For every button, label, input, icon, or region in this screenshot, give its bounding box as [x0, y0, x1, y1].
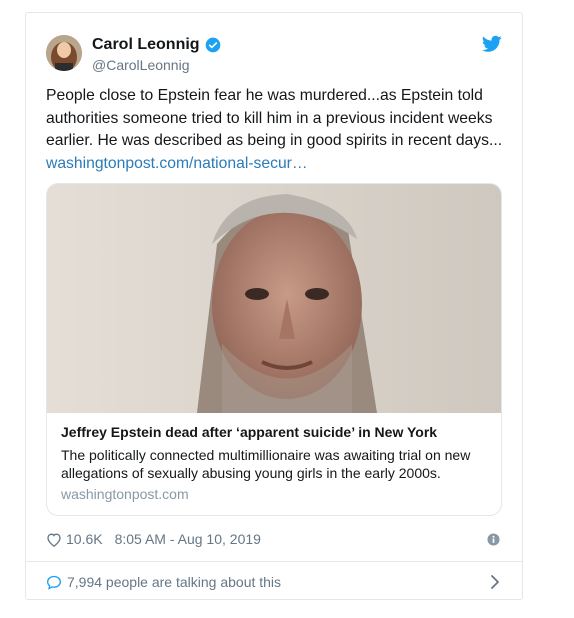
avatar-image: [46, 35, 82, 71]
comment-icon: [46, 575, 62, 590]
info-icon[interactable]: [487, 533, 500, 546]
card-domain: washingtonpost.com: [61, 486, 189, 502]
chevron-right-icon[interactable]: [490, 575, 500, 589]
card-title[interactable]: Jeffrey Epstein dead after ‘apparent sui…: [61, 424, 437, 440]
link-preview-card[interactable]: Jeffrey Epstein dead after ‘apparent sui…: [46, 183, 502, 516]
verified-badge-icon: [205, 37, 220, 53]
author-name[interactable]: Carol Leonnig: [92, 36, 221, 54]
tweet-text: People close to Epstein fear he was murd…: [46, 85, 508, 175]
card-description: The politically connected multimillionai…: [61, 447, 471, 481]
author-handle[interactable]: @CarolLeonnig: [92, 57, 190, 73]
author-name-text[interactable]: Carol Leonnig: [92, 36, 200, 54]
tweet-timestamp[interactable]: 8:05 AM - Aug 10, 2019: [115, 531, 261, 547]
card-photo: [47, 184, 501, 413]
tweet-card[interactable]: Carol Leonnig @CarolLeonnig People close…: [25, 12, 523, 600]
tweet-link[interactable]: washingtonpost.com/national-secur…: [46, 155, 308, 172]
conversation-link[interactable]: 7,994 people are talking about this: [46, 572, 504, 592]
heart-icon[interactable]: [46, 532, 62, 547]
avatar[interactable]: [46, 35, 82, 71]
tweet-meta: 10.6K 8:05 AM - Aug 10, 2019: [46, 531, 261, 547]
conversation-text[interactable]: 7,994 people are talking about this: [67, 574, 281, 590]
likes-count[interactable]: 10.6K: [66, 531, 103, 547]
divider: [26, 561, 522, 562]
tweet-body: People close to Epstein fear he was murd…: [46, 87, 503, 149]
card-image[interactable]: [47, 184, 501, 413]
twitter-bird-icon[interactable]: [482, 35, 502, 53]
